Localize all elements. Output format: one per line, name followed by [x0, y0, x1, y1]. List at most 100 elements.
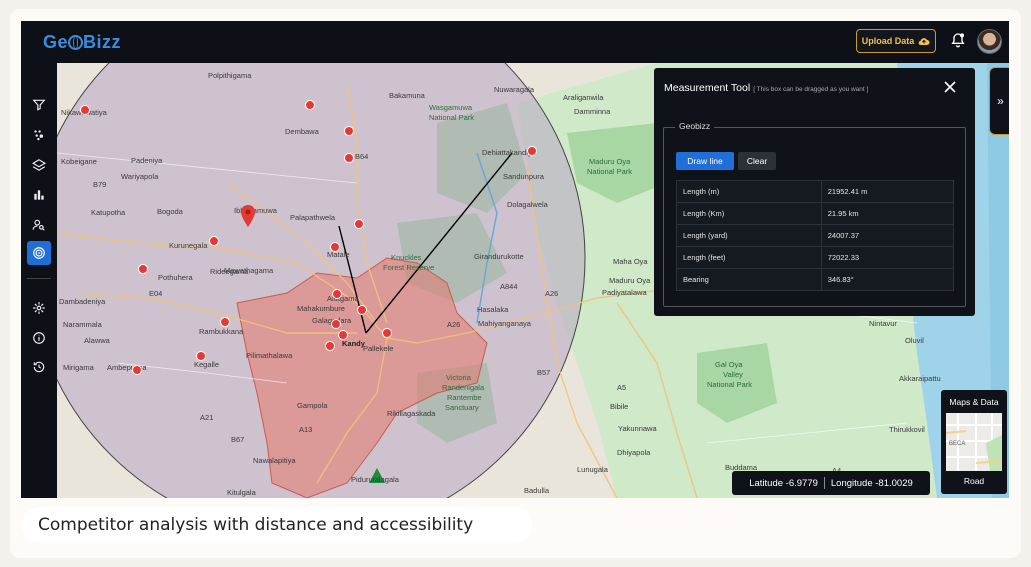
user-search-icon — [32, 219, 45, 231]
competitor-pin-icon[interactable] — [305, 100, 315, 110]
map-label: Pilimathalawa — [246, 351, 293, 360]
expand-panel-button[interactable]: » — [989, 67, 1009, 135]
settings-button[interactable] — [27, 296, 51, 320]
globe-icon — [68, 35, 84, 50]
map-label: Pidurutalagala — [351, 475, 399, 484]
competitor-pin-icon[interactable] — [344, 153, 354, 163]
measurement-tool-title: Measurement Tool[ This box can be dragge… — [664, 82, 869, 94]
map-label: Kitulgala — [227, 488, 256, 497]
map-label: Dolagalwela — [507, 200, 548, 209]
map-label: Wasgamuwa — [429, 103, 473, 112]
map-label: Bibile — [610, 402, 629, 411]
competitor-pin-icon[interactable] — [330, 242, 340, 252]
competitor-pin-icon[interactable] — [80, 105, 90, 115]
bar-chart-icon — [34, 190, 44, 200]
history-button[interactable] — [27, 355, 51, 379]
competitor-pin-icon[interactable] — [338, 330, 348, 340]
heatmap-button[interactable] — [27, 123, 51, 147]
divider — [823, 477, 825, 489]
map-label: Maduru Oya — [609, 276, 651, 285]
map-label: Kandy — [342, 339, 365, 348]
map-label: Mawathagama — [224, 266, 274, 275]
competitor-pin-icon[interactable] — [344, 126, 354, 136]
map-label: A5 — [617, 383, 627, 392]
competitor-pin-icon[interactable] — [527, 146, 537, 156]
competitor-pin-icon[interactable] — [132, 365, 142, 375]
competitor-pin-icon[interactable] — [220, 317, 230, 327]
notification-bell[interactable] — [950, 31, 968, 51]
map-label: B67 — [231, 435, 245, 444]
map-label: Nuwaragala — [494, 85, 535, 94]
map-label: Padiyatalawa — [602, 288, 647, 297]
filter-button[interactable] — [27, 93, 51, 117]
app-logo[interactable]: Ge Bizz — [43, 32, 121, 53]
cloud-upload-icon — [918, 38, 930, 46]
selected-location-pin-icon[interactable] — [241, 205, 255, 227]
map-label: Araliganwila — [563, 93, 604, 102]
map-label: Rikillagaskada — [387, 409, 436, 418]
maps-data-switcher[interactable]: Maps & Data BECA Road — [941, 390, 1007, 494]
sidebar — [21, 63, 57, 498]
competitor-pin-icon[interactable] — [196, 351, 206, 361]
user-search-button[interactable] — [27, 213, 51, 237]
sidebar-divider — [27, 278, 51, 279]
row-value: 346.83° — [820, 268, 955, 291]
row-label: Bearing — [676, 268, 822, 291]
map-label: B79 — [93, 180, 107, 189]
coordinates-readout: Latitude -6.9779 Longitude -81.0029 — [732, 471, 930, 495]
draw-line-button[interactable]: Draw line — [676, 152, 734, 170]
upload-data-button[interactable]: Upload Data — [856, 29, 936, 53]
map-label: Kegalle — [194, 360, 220, 369]
thumb-label: BECA — [949, 441, 966, 447]
competitor-pin-icon[interactable] — [325, 341, 335, 351]
competitor-pin-icon[interactable] — [138, 264, 148, 274]
row-label: Length (feet) — [676, 246, 822, 269]
target-icon — [33, 247, 45, 259]
maps-data-title: Maps & Data — [949, 397, 999, 407]
map-label: Sandunpura — [503, 172, 544, 181]
map-label: B57 — [537, 368, 551, 377]
map-label: Nintavur — [869, 319, 897, 328]
drag-hint: [ This box can be dragged as you want ] — [753, 86, 869, 93]
map-label: Gampola — [297, 401, 328, 410]
competitor-pin-icon[interactable] — [331, 319, 341, 329]
map-label: Pallekele — [363, 344, 394, 353]
map-label: A26 — [447, 320, 461, 329]
map-label: Forest Reserve — [383, 263, 435, 272]
map-label: Dhiyapola — [617, 448, 651, 457]
competitor-pin-icon[interactable] — [332, 289, 342, 299]
map-label: Wariyapola — [121, 172, 159, 181]
clear-button[interactable]: Clear — [738, 152, 776, 170]
map-label: Narammala — [63, 320, 102, 329]
competitor-pin-icon[interactable] — [357, 305, 367, 315]
row-value: 24007.37 — [820, 224, 955, 247]
filter-icon — [32, 99, 46, 111]
map-label: Dembawa — [285, 127, 319, 136]
measurement-tool-panel[interactable]: Measurement Tool[ This box can be dragge… — [654, 68, 975, 316]
map-label: Oluvil — [905, 336, 924, 345]
info-button[interactable] — [27, 326, 51, 350]
table-row: Length (m) 21952.41 m — [676, 180, 955, 203]
map-label: Knuckles — [391, 253, 422, 262]
close-button[interactable] — [944, 80, 956, 98]
competitor-analysis-button[interactable] — [27, 241, 51, 265]
upload-data-label: Upload Data — [861, 36, 915, 46]
double-chevron-right-icon: » — [997, 94, 1004, 108]
map-label: Lunugala — [577, 465, 608, 474]
competitor-pin-icon[interactable] — [354, 219, 364, 229]
user-avatar[interactable] — [977, 29, 1002, 54]
map-label: Padeniya — [131, 156, 163, 165]
road-map-thumbnail[interactable]: BECA — [946, 413, 1002, 471]
map-label: Maha Oya — [613, 257, 648, 266]
longitude-value: Longitude -81.0029 — [830, 477, 913, 489]
map-label: A13 — [299, 425, 313, 434]
table-row: Length (yard) 24007.37 — [676, 224, 955, 247]
competitor-pin-icon[interactable] — [209, 236, 219, 246]
layers-button[interactable] — [27, 153, 51, 177]
map-label: Nawalapitiya — [253, 456, 296, 465]
bell-icon — [951, 33, 965, 48]
analytics-button[interactable] — [27, 183, 51, 207]
map-label: Valley — [723, 370, 743, 379]
competitor-pin-icon[interactable] — [382, 328, 392, 338]
close-icon — [944, 81, 956, 93]
